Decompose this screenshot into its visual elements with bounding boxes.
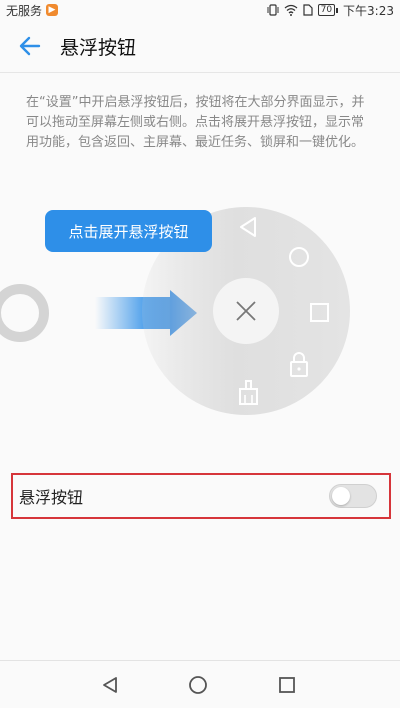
- page-title: 悬浮按钮: [60, 36, 137, 59]
- nav-back-icon: [103, 677, 117, 693]
- vibrate-icon: [267, 4, 279, 16]
- description-text: 在“设置”中开启悬浮按钮后，按钮将在大部分界面显示，并可以拖动至屏幕左侧或右侧。…: [26, 95, 365, 150]
- battery-level: 70: [317, 4, 336, 16]
- battery-icon: 70: [317, 4, 339, 16]
- status-left: 无服务 ▶: [6, 2, 59, 19]
- setting-label: 悬浮按钮: [19, 488, 84, 507]
- expand-hint-bubble: 点击展开悬浮按钮: [45, 210, 212, 252]
- header-divider: [0, 72, 400, 73]
- switch-knob: [332, 487, 350, 505]
- clock: 下午3:23: [343, 3, 394, 18]
- notification-app-icon: ▶: [46, 4, 59, 16]
- navigation-bar: [0, 660, 400, 708]
- nav-back-button[interactable]: [80, 661, 140, 708]
- carrier-text: 无服务: [6, 3, 43, 18]
- sim-icon: [302, 4, 313, 16]
- status-bar: 无服务 ▶ 70 下午3:23: [0, 0, 400, 20]
- app-bar: 悬浮按钮: [0, 20, 400, 72]
- collapsed-floating-button: [0, 284, 49, 342]
- nav-home-button[interactable]: [168, 661, 228, 708]
- nav-recent-icon: [279, 677, 295, 693]
- nav-home-icon: [189, 676, 207, 694]
- nav-recent-button[interactable]: [257, 661, 317, 708]
- floating-button-setting-row[interactable]: 悬浮按钮: [11, 473, 391, 519]
- wifi-icon: [284, 4, 298, 16]
- battery-tip: [336, 7, 339, 13]
- status-right: 70 下午3:23: [267, 2, 394, 19]
- back-button[interactable]: [14, 30, 46, 62]
- arrow-left-icon: [19, 36, 41, 56]
- floating-button-switch[interactable]: [329, 484, 377, 508]
